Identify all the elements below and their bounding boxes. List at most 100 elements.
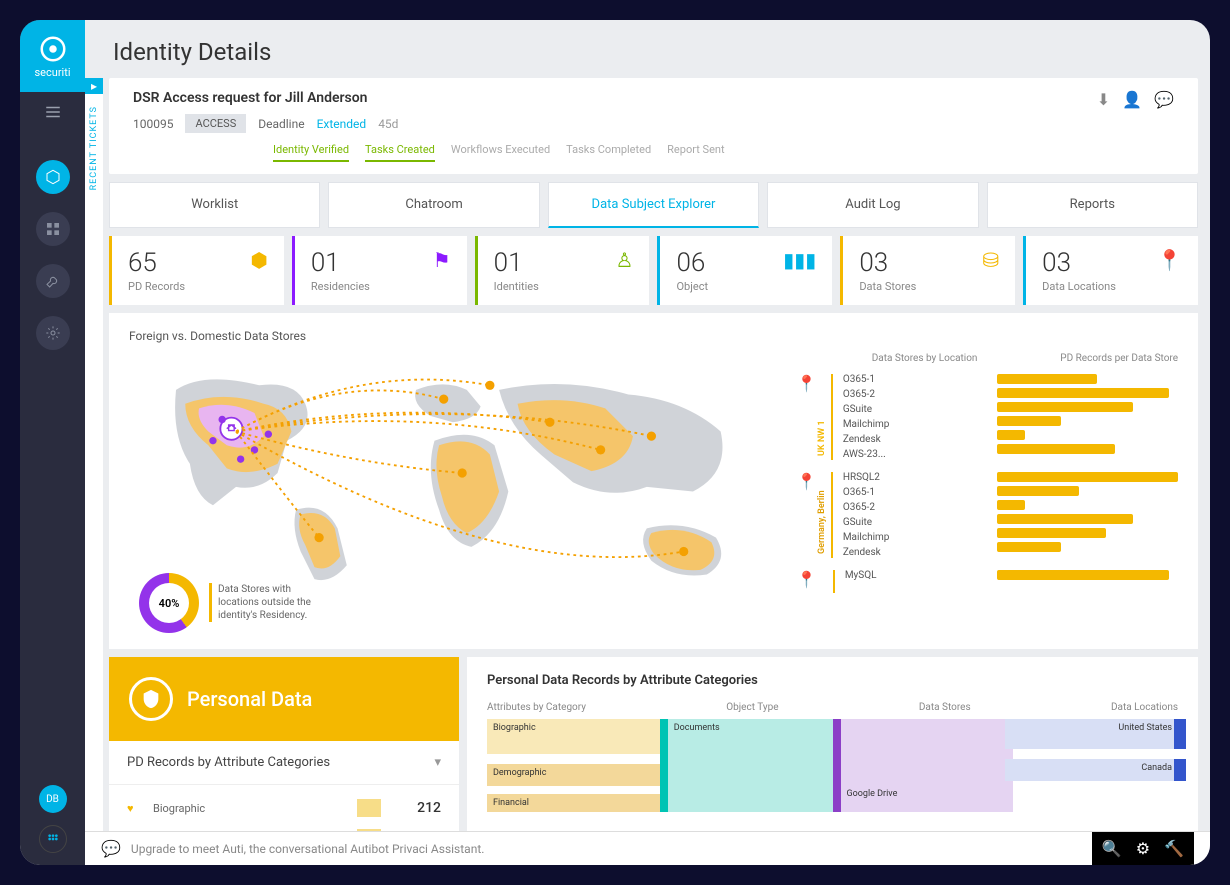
location-label: UK NW 1 xyxy=(817,374,827,460)
tab-reports[interactable]: Reports xyxy=(987,182,1198,228)
sankey-title: Personal Data Records by Attribute Categ… xyxy=(487,673,1178,688)
bar xyxy=(997,430,1024,440)
sidebar: securiti DB xyxy=(20,20,85,865)
nav-settings[interactable] xyxy=(36,316,70,350)
download-icon[interactable]: ⬇ xyxy=(1097,90,1110,109)
store-item: O365-1 xyxy=(843,374,978,385)
header-actions: ⬇ 👤 💬 xyxy=(1097,90,1174,109)
bottom-row: Personal Data PD Records by Attribute Ca… xyxy=(109,657,1198,831)
hamburger-menu[interactable] xyxy=(20,92,85,132)
donut-box: 40% Data Stores with locations outside t… xyxy=(139,573,329,633)
rail-label: RECENT TICKETS xyxy=(89,106,99,190)
footer-tools: 🔍 ⚙ 🔨 xyxy=(1092,832,1194,866)
ds-head-right: PD Records per Data Store xyxy=(997,353,1178,364)
user-avatar[interactable]: DB xyxy=(39,785,67,813)
store-list: HRSQL2O365-1O365-2GSuiteMailchimpZendesk xyxy=(831,472,978,558)
pd-icon xyxy=(129,677,173,721)
request-id: 100095 xyxy=(133,117,173,131)
store-list: O365-1O365-2GSuiteMailchimpZendeskAWS-23… xyxy=(831,374,978,460)
ds-head-left: Data Stores by Location xyxy=(797,353,978,364)
bar xyxy=(997,444,1114,454)
bar xyxy=(997,374,1096,384)
store-item: Zendesk xyxy=(843,547,978,558)
stat-card[interactable]: 03Data Stores⛁ xyxy=(840,236,1015,305)
main-area: Identity Details ▸ RECENT TICKETS DSR Ac… xyxy=(85,20,1210,865)
filter-icon[interactable]: ⚙ xyxy=(1136,839,1150,858)
sankey-node: Documents xyxy=(668,719,841,812)
bar xyxy=(997,486,1078,496)
progress-bar: Identity VerifiedTasks CreatedWorkflows … xyxy=(273,143,1174,162)
tab-worklist[interactable]: Worklist xyxy=(109,182,320,228)
tab-data-subject-explorer[interactable]: Data Subject Explorer xyxy=(548,182,759,228)
chat-bubble-icon[interactable]: 💬 xyxy=(101,839,121,858)
store-item: O365-2 xyxy=(843,389,978,400)
location-group: 📍Germany, BerlinHRSQL2O365-1O365-2GSuite… xyxy=(797,472,978,558)
category-label: Biographic xyxy=(153,802,205,815)
chat-icon[interactable]: 💬 xyxy=(1154,90,1174,109)
app-switcher[interactable] xyxy=(39,825,67,853)
pd-subtitle-row[interactable]: PD Records by Attribute Categories ▾ xyxy=(109,741,459,785)
chevron-down-icon[interactable]: ▾ xyxy=(434,755,441,770)
donut-label: Data Stores with locations outside the i… xyxy=(209,583,329,622)
pin-icon: 📍 xyxy=(797,472,817,554)
store-item: Mailchimp xyxy=(843,419,978,430)
stat-card[interactable]: 01Identities♙ xyxy=(475,236,650,305)
store-item: O365-2 xyxy=(843,502,978,513)
ds-locations-col: Data Stores by Location 📍 UK NW 1 O365-1 O3… xyxy=(797,353,978,633)
sankey-headers: Attributes by CategoryObject TypeData St… xyxy=(487,702,1178,713)
sankey-node: Canada xyxy=(1005,759,1178,781)
apps-icon xyxy=(45,831,61,847)
footer-bar: 💬 Upgrade to meet Auti, the conversation… xyxy=(85,831,1210,865)
nav-tools[interactable] xyxy=(36,264,70,298)
build-icon[interactable]: 🔨 xyxy=(1164,839,1184,858)
brand-logo[interactable]: securiti xyxy=(20,20,85,92)
pd-subtitle: PD Records by Attribute Categories xyxy=(127,755,330,770)
nav-identity[interactable] xyxy=(36,160,70,194)
location-group: 📍UK NW 1O365-1O365-2GSuiteMailchimpZende… xyxy=(797,374,978,460)
sankey-node: United States xyxy=(1005,719,1178,749)
pd-title: Personal Data xyxy=(187,687,312,711)
pd-row[interactable]: 👥Demographics337 xyxy=(127,823,441,831)
progress-step: Tasks Completed xyxy=(566,143,651,162)
category-icon: ♥ xyxy=(127,802,143,815)
menu-icon xyxy=(44,103,62,121)
bar xyxy=(997,402,1132,412)
store-item: Zendesk xyxy=(843,434,978,445)
search-icon[interactable]: 🔍 xyxy=(1102,839,1122,858)
tab-chatroom[interactable]: Chatroom xyxy=(328,182,539,228)
recent-tickets-rail: ▸ RECENT TICKETS xyxy=(85,78,103,831)
stat-card[interactable]: 03Data Locations📍 xyxy=(1023,236,1198,305)
stat-card[interactable]: 01Residencies⚑ xyxy=(292,236,467,305)
pd-row[interactable]: ♥Biographic212 xyxy=(127,793,441,823)
grid-icon xyxy=(45,221,61,237)
store-item: GSuite xyxy=(843,517,978,528)
progress-step: Workflows Executed xyxy=(451,143,550,162)
sankey-col-header: Attributes by Category xyxy=(487,702,586,713)
cube-icon xyxy=(45,169,61,185)
category-bar xyxy=(357,799,381,817)
progress-step: Report Sent xyxy=(667,143,724,162)
deadline-status: Extended xyxy=(317,117,367,131)
stat-card[interactable]: 06Object▮▮▮ xyxy=(657,236,832,305)
bar xyxy=(997,514,1132,524)
expand-rail-button[interactable]: ▸ xyxy=(85,78,103,94)
tab-audit-log[interactable]: Audit Log xyxy=(767,182,978,228)
map-visualization: 40% Data Stores with locations outside t… xyxy=(129,353,777,633)
nav-dashboard[interactable] xyxy=(36,212,70,246)
content: ▸ RECENT TICKETS DSR Access request for … xyxy=(85,78,1210,831)
sankey-col-header: Object Type xyxy=(726,702,778,713)
pd-header: Personal Data xyxy=(109,657,459,741)
request-type-badge: ACCESS xyxy=(185,114,246,133)
page-title: Identity Details xyxy=(85,20,1210,78)
user-icon[interactable]: 👤 xyxy=(1122,90,1142,109)
bar xyxy=(997,542,1060,552)
request-header-card: DSR Access request for Jill Anderson 100… xyxy=(109,78,1198,174)
location-group: 📍MySQL xyxy=(797,570,978,593)
ds-bars-col: PD Records per Data Store xyxy=(997,353,1178,633)
stat-card[interactable]: 65PD Records⬢ xyxy=(109,236,284,305)
sankey-node: Financial xyxy=(487,794,660,812)
app-frame: securiti DB Identity Details ▸ RECENT TI… xyxy=(20,20,1210,865)
store-item: GSuite xyxy=(843,404,978,415)
personal-data-card: Personal Data PD Records by Attribute Ca… xyxy=(109,657,459,831)
bar xyxy=(997,416,1060,426)
